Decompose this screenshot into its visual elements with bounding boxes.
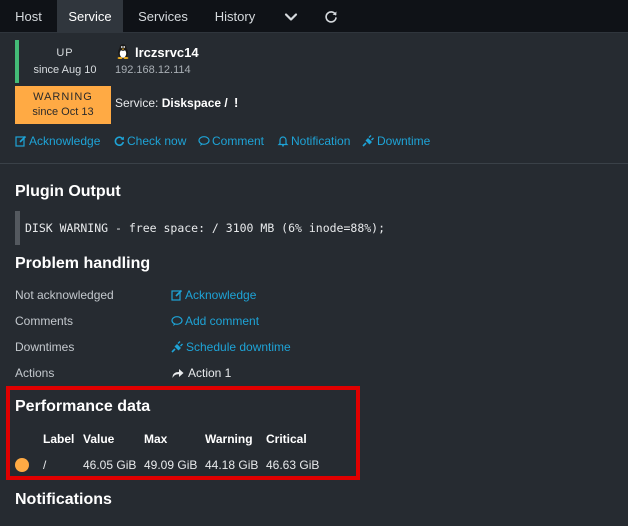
tab-services[interactable]: Services (126, 0, 200, 33)
plugin-output-heading: Plugin Output (15, 183, 121, 200)
perf-row-critical: 46.63 GiB (266, 458, 320, 472)
host-state-badge: UP since Aug 10 (15, 40, 111, 83)
plug-icon (171, 341, 183, 353)
comment-icon (198, 136, 210, 146)
problem-row-label: Not acknowledged (15, 288, 114, 302)
service-flag-icon: ! (234, 95, 239, 110)
linux-tux-icon (115, 43, 131, 62)
downtime-link[interactable]: Downtime (362, 134, 430, 148)
service-prefix: Service: (115, 96, 159, 110)
bell-icon (277, 136, 289, 147)
problem-handling-heading: Problem handling (15, 255, 151, 272)
edit-icon (15, 135, 27, 147)
add-comment-link[interactable]: Add comment (171, 314, 259, 328)
edit-icon (171, 289, 183, 301)
problem-row-label: Actions (15, 366, 55, 380)
host-state-text: UP (56, 47, 74, 59)
add-comment-label: Add comment (185, 314, 260, 328)
host-name[interactable]: lrczsrvc14 (135, 45, 199, 60)
chevron-down-icon[interactable] (283, 9, 299, 25)
check-now-label: Check now (127, 134, 187, 148)
tab-service[interactable]: Service (57, 0, 123, 33)
action-1-label: Action 1 (188, 366, 232, 380)
perf-col-value: Value (83, 432, 115, 446)
service-name: Diskspace / (161, 96, 228, 110)
comment-label: Comment (212, 134, 265, 148)
check-now-link[interactable]: Check now (113, 134, 186, 148)
comment-link[interactable]: Comment (198, 134, 264, 148)
perf-row-warning: 44.18 GiB (205, 458, 259, 472)
perf-col-critical: Critical (266, 432, 307, 446)
tab-host[interactable]: Host (0, 0, 57, 33)
acknowledge-link-secondary[interactable]: Acknowledge (171, 288, 256, 302)
schedule-downtime-label: Schedule downtime (186, 340, 291, 354)
acknowledge-label: Acknowledge (29, 134, 101, 148)
comment-icon (171, 316, 183, 326)
acknowledge-link[interactable]: Acknowledge (15, 134, 100, 148)
service-state-since: since Oct 13 (32, 106, 94, 118)
perf-row-max: 49.09 GiB (144, 458, 198, 472)
service-title: Service: Diskspace / (115, 96, 228, 110)
service-state-text: WARNING (33, 91, 93, 103)
downtime-label: Downtime (377, 134, 431, 148)
perf-row-value: 46.05 GiB (83, 458, 137, 472)
perf-state-indicator (15, 458, 29, 472)
refresh-icon[interactable] (323, 9, 339, 25)
performance-data-heading: Performance data (15, 398, 151, 415)
notification-label: Notification (291, 134, 351, 148)
plug-icon (362, 135, 374, 147)
share-arrow-icon (172, 369, 184, 378)
action-1-link[interactable]: Action 1 (171, 366, 231, 380)
host-state-since: since Aug 10 (33, 64, 97, 76)
problem-row-label: Comments (15, 314, 74, 328)
acknowledge-secondary-label: Acknowledge (185, 288, 257, 302)
tab-history[interactable]: History (204, 0, 266, 33)
tab-bar: Host Service Services History (0, 0, 628, 33)
service-state-badge: WARNING since Oct 13 (15, 86, 111, 124)
plugin-output-text: DISK WARNING - free space: / 3100 MB (6%… (15, 211, 615, 245)
schedule-downtime-link[interactable]: Schedule downtime (171, 340, 291, 354)
divider (0, 163, 628, 164)
notifications-heading: Notifications (15, 491, 112, 508)
host-address: 192.168.12.114 (115, 64, 191, 76)
refresh-icon (114, 136, 125, 146)
perf-col-max: Max (144, 432, 168, 446)
perf-col-warning: Warning (205, 432, 253, 446)
perf-col-label: Label (43, 432, 75, 446)
problem-row-label: Downtimes (15, 340, 75, 354)
perf-row-label: / (43, 458, 47, 472)
notification-link[interactable]: Notification (277, 134, 350, 148)
